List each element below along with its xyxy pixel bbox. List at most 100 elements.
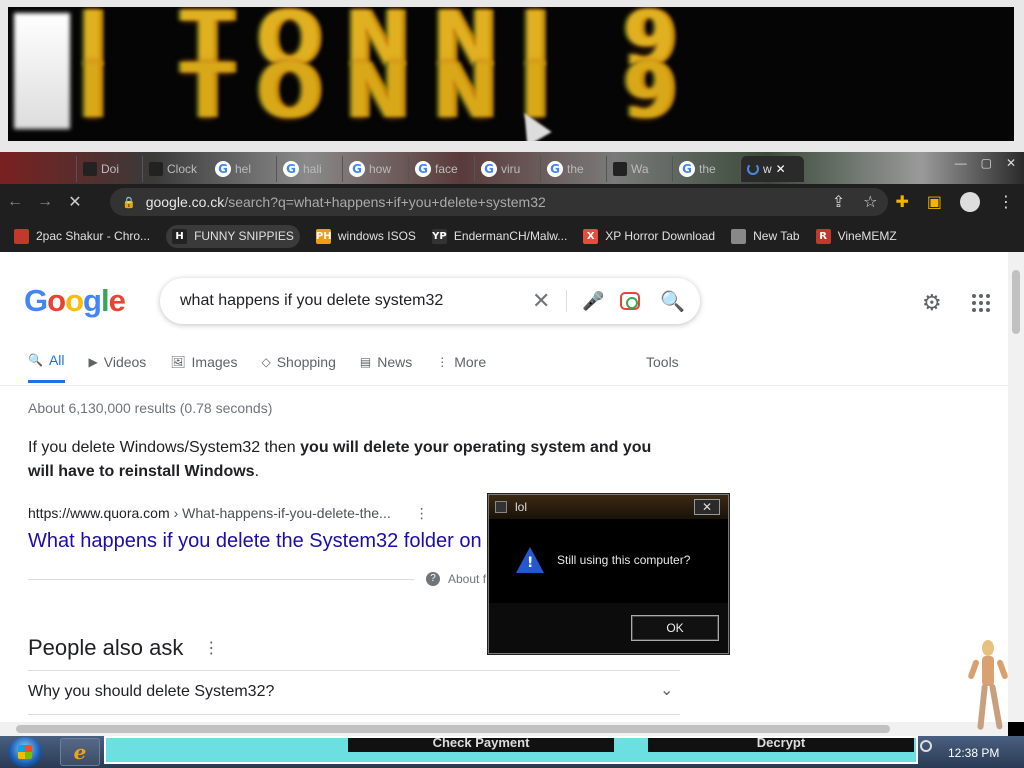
vertical-scroll-thumb[interactable] (1012, 270, 1020, 334)
bookmark-item[interactable]: New Tab (731, 228, 800, 244)
snippet-divider (28, 579, 414, 580)
result-url-domain: https://www.quora.com (28, 505, 170, 521)
paa-question[interactable]: Why you should delete System32? (28, 683, 274, 701)
result-url[interactable]: https://www.quora.com › What-happens-if-… (28, 505, 429, 522)
back-button[interactable]: ← (0, 193, 30, 211)
browser-toolbar: ← → ✕ 🔒 google.co.ck/search?q=what+happe… (0, 184, 1024, 220)
start-button[interactable] (8, 737, 42, 767)
search-box[interactable]: what happens if you delete system32 ✕ 🎤 … (160, 278, 700, 324)
browser-tab[interactable]: Wa (606, 156, 668, 182)
bookmark-label: XP Horror Download (605, 229, 716, 243)
sidepanel-icon[interactable]: ▣ (927, 192, 942, 212)
apps-grid-icon[interactable] (972, 294, 990, 312)
chevron-down-icon[interactable]: ⌄ (660, 680, 673, 700)
bookmark-item[interactable]: 2pac Shakur - Chro... (14, 228, 151, 244)
google-logo[interactable]: Google (24, 283, 126, 318)
lock-icon[interactable]: 🔒 (122, 196, 136, 209)
bookmark-item[interactable]: PH windows ISOS (315, 228, 416, 244)
about-featured-snippets[interactable]: ? About f (426, 572, 486, 586)
extension-icon[interactable]: ✚ (895, 192, 908, 212)
settings-gear-icon[interactable]: ⚙ (922, 290, 942, 316)
tab-label: the (699, 162, 716, 176)
ok-button[interactable]: OK (631, 615, 719, 641)
bookmark-label: 2pac Shakur - Chro... (36, 229, 151, 243)
dialog-titlebar[interactable]: lol ✕ (489, 495, 728, 519)
screen: I TONNI 9 I TONNI 9 — ▢ ✕ Doi Clock Ghel Gh… (0, 0, 1024, 768)
dialog-close-button[interactable]: ✕ (694, 499, 720, 515)
google-lens-icon[interactable] (620, 292, 640, 310)
browser-tab[interactable]: Gthe (540, 156, 602, 182)
tab-label: hali (303, 162, 322, 176)
check-payment-button[interactable]: Check Payment (348, 738, 614, 752)
result-url-path: › What-happens-if-you-delete-the... (173, 505, 391, 521)
paa-more-icon[interactable]: ⋮ (203, 638, 219, 658)
bookmark-item[interactable]: H FUNNY SNIPPIES (166, 224, 300, 248)
search-tab-icon: 🖼 (170, 354, 186, 369)
dark-square-icon (613, 162, 627, 176)
google-icon: G (215, 161, 231, 177)
google-icon: G (283, 161, 299, 177)
snippet-text: If you delete Windows/System32 then (28, 439, 301, 456)
clear-icon[interactable]: ✕ (532, 288, 550, 314)
spinner-icon (747, 163, 759, 175)
bookmark-item[interactable]: R VineMEMZ (815, 228, 897, 244)
search-tab-icon: 🔍 (28, 353, 43, 367)
address-bar[interactable]: 🔒 google.co.ck/search?q=what+happens+if+… (110, 188, 888, 216)
result-title-link[interactable]: What happens if you delete the System32 … (28, 530, 506, 553)
search-tab-videos[interactable]: ▶ Videos (89, 352, 147, 383)
taskbar-clock[interactable]: 12:38 PM (948, 746, 999, 760)
paa-divider (28, 670, 680, 671)
desktop-buddy-figure[interactable] (968, 638, 1008, 738)
search-icon[interactable]: 🔍 (660, 289, 685, 314)
search-input[interactable]: what happens if you delete system32 (180, 292, 443, 310)
window-close-button[interactable]: ✕ (1006, 156, 1016, 170)
bookmark-favicon-icon: YP (431, 228, 447, 244)
tab-label: w (763, 162, 772, 176)
restore-button[interactable]: ▢ (981, 156, 992, 170)
minimize-button[interactable]: — (955, 156, 967, 170)
decrypt-button[interactable]: Decrypt (648, 738, 914, 752)
tab-close-icon[interactable]: ✕ (776, 162, 786, 176)
browser-tab[interactable]: Gviru (474, 156, 536, 182)
tab-label: the (567, 162, 584, 176)
browser-tab[interactable]: Doi (76, 156, 138, 182)
search-tab-shopping[interactable]: ◇ Shopping (261, 352, 335, 383)
search-tab-label: News (377, 353, 413, 370)
microphone-icon[interactable]: 🎤 (582, 291, 604, 312)
profile-icon[interactable] (960, 192, 980, 212)
browser-tab-strip: — ▢ ✕ Doi Clock Ghel Ghali Ghow Gface Gviru Gth… (0, 152, 1024, 184)
vertical-scrollbar[interactable] (1008, 252, 1024, 722)
logo-letter: G (24, 283, 48, 318)
star-icon[interactable]: ☆ (863, 192, 877, 212)
tab-label: hel (235, 162, 252, 176)
browser-tab[interactable]: Gface (408, 156, 470, 182)
glitch-text-row2: I TONNI 9 (78, 46, 701, 135)
stop-loading-button[interactable]: ✕ (60, 192, 90, 212)
horizontal-scrollbar[interactable] (0, 722, 1008, 736)
tools-button[interactable]: Tools (646, 354, 679, 370)
browser-tab[interactable]: Ghali (276, 156, 338, 182)
search-tab-all[interactable]: 🔍 All (28, 352, 65, 383)
share-icon[interactable]: ⇪ (832, 192, 845, 212)
search-tab-more[interactable]: ⋮ More (436, 352, 486, 383)
browser-tab[interactable]: Ghel (208, 156, 270, 182)
browser-tab[interactable]: Ghow (342, 156, 404, 182)
forward-button[interactable]: → (30, 193, 60, 211)
warning-mark: ! (527, 555, 534, 571)
clock-icon (149, 162, 163, 176)
search-tab-news[interactable]: ▤ News (360, 352, 412, 383)
browser-tab[interactable]: Gthe (672, 156, 734, 182)
internet-explorer-icon[interactable]: e (60, 738, 100, 766)
bookmark-item[interactable]: X XP Horror Download (583, 228, 716, 244)
menu-icon[interactable]: ⋮ (998, 192, 1014, 212)
bookmark-item[interactable]: YP EndermanCH/Malw... (431, 228, 567, 244)
browser-tab[interactable]: w ✕ (740, 156, 804, 182)
bookmark-favicon-icon (14, 228, 29, 244)
horizontal-scroll-thumb[interactable] (16, 725, 890, 733)
more-options-icon[interactable]: ⋮ (415, 505, 429, 522)
search-tab-label: More (454, 353, 487, 370)
browser-tab[interactable]: Clock (142, 156, 204, 182)
tabs-divider (0, 385, 1008, 386)
search-tab-images[interactable]: 🖼 Images (170, 352, 237, 383)
tray-icon[interactable] (920, 740, 932, 752)
